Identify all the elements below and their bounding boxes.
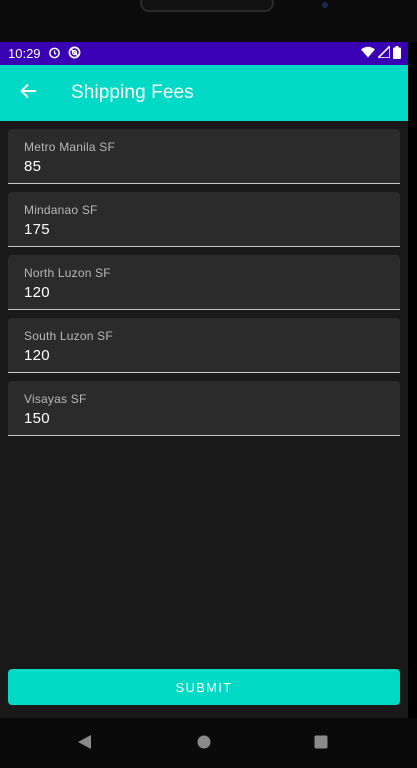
south-luzon-sf-input[interactable] bbox=[24, 347, 384, 364]
device-camera bbox=[322, 2, 328, 8]
arrow-back-icon bbox=[19, 82, 37, 105]
field-label: North Luzon SF bbox=[24, 266, 111, 280]
device-bezel-top bbox=[0, 0, 417, 42]
field-south-luzon-sf[interactable]: South Luzon SF bbox=[8, 318, 400, 373]
status-time: 10:29 bbox=[8, 46, 41, 61]
status-bar: 10:29 bbox=[0, 42, 408, 65]
wifi-icon bbox=[361, 46, 375, 61]
field-label: South Luzon SF bbox=[24, 329, 113, 343]
signal-icon bbox=[376, 44, 391, 61]
battery-icon bbox=[393, 45, 401, 62]
field-label: Visayas SF bbox=[24, 392, 87, 406]
field-label: Metro Manila SF bbox=[24, 140, 116, 154]
metro-manila-sf-input[interactable] bbox=[24, 158, 384, 175]
nav-recents-icon bbox=[314, 735, 328, 754]
north-luzon-sf-input[interactable] bbox=[24, 284, 384, 301]
nav-recents-button[interactable] bbox=[311, 734, 331, 754]
device-bezel-right bbox=[408, 42, 417, 718]
app-screen: 10:29 Shipping Fees Metro Manila SF 85 M… bbox=[0, 42, 408, 718]
field-visayas-sf[interactable]: Visayas SF bbox=[8, 381, 400, 436]
nav-back-button[interactable] bbox=[74, 734, 94, 754]
submit-button[interactable]: SUBMIT bbox=[8, 669, 400, 705]
nav-back-icon bbox=[76, 734, 92, 755]
app-bar: Shipping Fees bbox=[0, 65, 408, 121]
shipping-fee-form: Metro Manila SF Mindanao SF North Luzon … bbox=[0, 121, 408, 436]
nav-home-icon bbox=[197, 735, 211, 754]
mindanao-sf-input[interactable] bbox=[24, 221, 384, 238]
back-button[interactable] bbox=[0, 65, 56, 121]
nav-home-button[interactable] bbox=[194, 734, 214, 754]
visayas-sf-input[interactable] bbox=[24, 410, 384, 427]
page-title: Shipping Fees bbox=[71, 82, 194, 103]
field-label: Mindanao SF bbox=[24, 203, 98, 217]
field-mindanao-sf[interactable]: Mindanao SF bbox=[8, 192, 400, 247]
field-metro-manila-sf[interactable]: Metro Manila SF bbox=[8, 129, 400, 184]
alarm-icon bbox=[48, 46, 61, 62]
field-north-luzon-sf[interactable]: North Luzon SF bbox=[8, 255, 400, 310]
device-speaker bbox=[140, 0, 274, 12]
dnd-icon bbox=[68, 46, 81, 62]
system-nav-bar bbox=[0, 718, 417, 768]
